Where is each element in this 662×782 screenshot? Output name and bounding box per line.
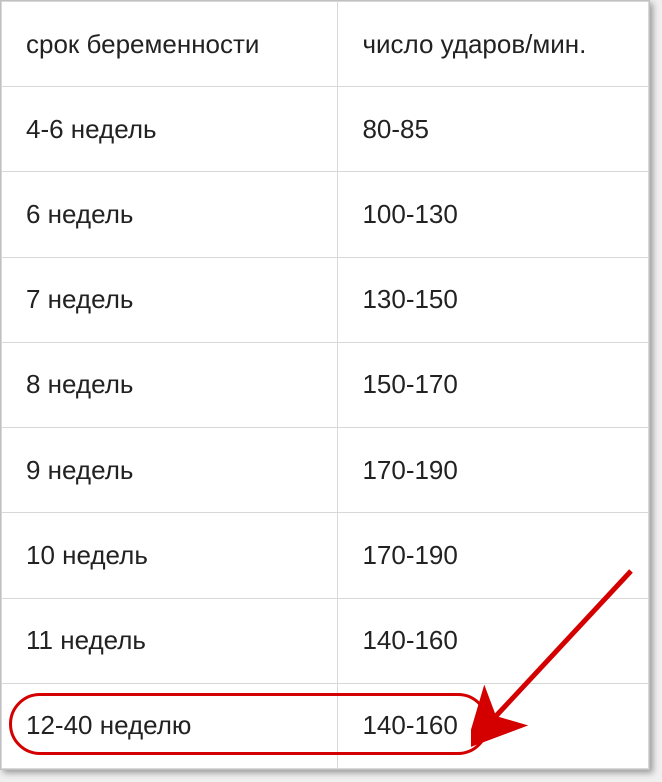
cell-value: 100-130	[338, 172, 649, 257]
table-row: 11 недель 140-160	[2, 598, 649, 683]
table-row: 7 недель 130-150	[2, 257, 649, 342]
cell-term: 4-6 недель	[2, 87, 338, 172]
table-frame: срок беременности число ударов/мин. 4-6 …	[0, 0, 650, 770]
table-row: 8 недель 150-170	[2, 342, 649, 427]
table-header-row: срок беременности число ударов/мин.	[2, 2, 649, 87]
cell-value: 170-190	[338, 428, 649, 513]
cell-term: 7 недель	[2, 257, 338, 342]
table-row: 12-40 неделю 140-160	[2, 683, 649, 768]
table-row: 9 недель 170-190	[2, 428, 649, 513]
cell-value: 150-170	[338, 342, 649, 427]
header-col2: число ударов/мин.	[338, 2, 649, 87]
cell-term: 11 недель	[2, 598, 338, 683]
cell-term: 8 недель	[2, 342, 338, 427]
cell-term: 10 недель	[2, 513, 338, 598]
header-col1: срок беременности	[2, 2, 338, 87]
table-row: 10 недель 170-190	[2, 513, 649, 598]
table-row: 6 недель 100-130	[2, 172, 649, 257]
cell-term: 6 недель	[2, 172, 338, 257]
cell-value: 80-85	[338, 87, 649, 172]
cell-value: 170-190	[338, 513, 649, 598]
cell-term: 9 недель	[2, 428, 338, 513]
data-table: срок беременности число ударов/мин. 4-6 …	[1, 1, 649, 769]
cell-term: 12-40 неделю	[2, 683, 338, 768]
cell-value: 140-160	[338, 598, 649, 683]
cell-value: 140-160	[338, 683, 649, 768]
table-row: 4-6 недель 80-85	[2, 87, 649, 172]
cell-value: 130-150	[338, 257, 649, 342]
